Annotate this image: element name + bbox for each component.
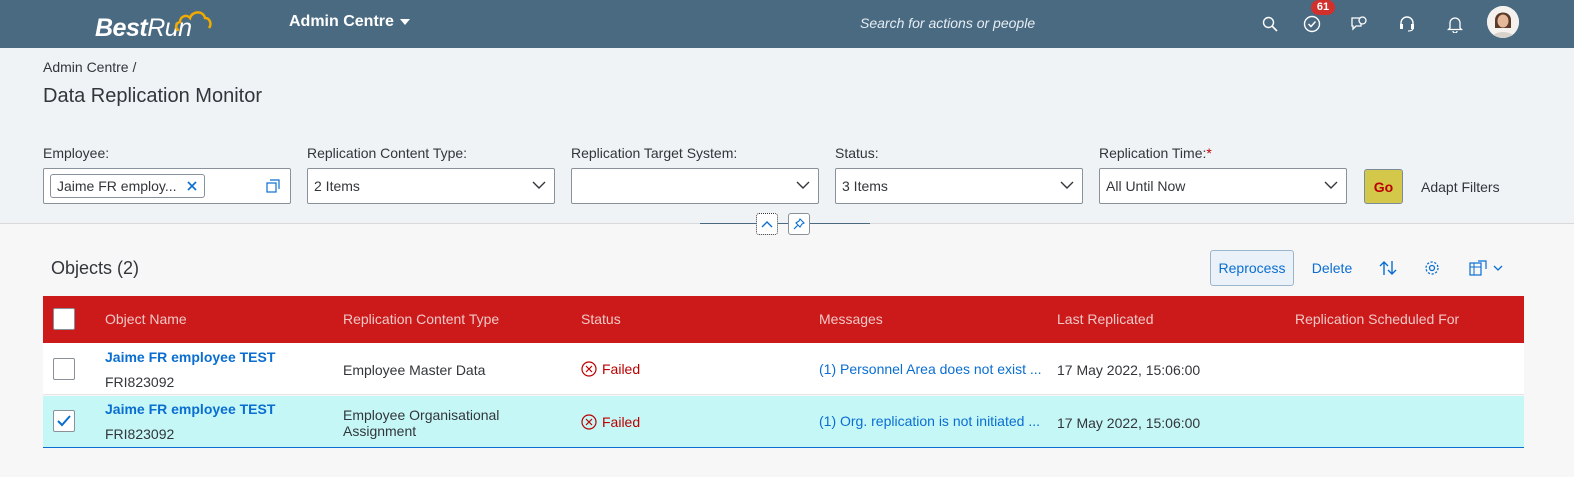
target-system-select[interactable]	[571, 168, 819, 204]
checkmark-icon	[57, 415, 71, 427]
status-cell: Failed	[581, 414, 640, 430]
employee-token-text: Jaime FR employ...	[57, 178, 177, 194]
error-circle-icon	[581, 414, 597, 430]
chevron-down-icon	[1493, 265, 1503, 271]
export-spreadsheet-icon	[1469, 260, 1487, 276]
search-icon[interactable]	[1257, 11, 1283, 37]
user-avatar[interactable]	[1487, 6, 1519, 38]
tasks-badge: 61	[1311, 0, 1335, 15]
chevron-down-icon	[532, 181, 546, 189]
pin-header-button[interactable]	[788, 213, 810, 235]
caret-down-icon	[399, 19, 410, 25]
last-replicated-cell: 17 May 2022, 15:06:00	[1057, 415, 1201, 431]
message-link[interactable]: (1) Org. replication is not initiated ..…	[819, 413, 1040, 429]
table-row[interactable]: Jaime FR employee TEST FRI823092 Employe…	[43, 343, 1524, 395]
column-header-last-replicated[interactable]: Last Replicated	[1057, 311, 1154, 327]
chevron-down-icon	[1324, 181, 1338, 189]
chevron-up-icon	[761, 221, 773, 228]
cloud-logo-icon	[174, 11, 212, 32]
global-search[interactable]: Search for actions or people	[860, 15, 1035, 31]
column-header-content-type[interactable]: Replication Content Type	[343, 311, 499, 327]
content-type-select[interactable]: 2 Items	[307, 168, 555, 204]
column-header-messages[interactable]: Messages	[819, 311, 883, 327]
table-title: Objects (2)	[51, 258, 140, 278]
status-text: Failed	[602, 361, 641, 377]
user-photo-icon	[1487, 6, 1519, 38]
shell-bar: BestRun Admin Centre Search for actions …	[0, 0, 1574, 48]
go-button[interactable]: Go	[1364, 169, 1403, 204]
page-title: Data Replication Monitor	[43, 85, 262, 107]
settings-gear-icon[interactable]	[1418, 250, 1446, 286]
collapse-header-button[interactable]	[756, 213, 778, 235]
replication-time-select[interactable]: All Until Now	[1099, 168, 1347, 204]
delete-button[interactable]: Delete	[1304, 250, 1360, 286]
status-cell: Failed	[581, 361, 640, 377]
target-system-label: Replication Target System:	[571, 145, 738, 161]
adapt-filters-button[interactable]: Adapt Filters	[1421, 179, 1500, 195]
feedback-icon[interactable]	[1346, 11, 1372, 37]
breadcrumb[interactable]: Admin Centre /	[43, 59, 136, 75]
column-header-scheduled-for[interactable]: Replication Scheduled For	[1295, 311, 1459, 327]
select-all-checkbox[interactable]	[53, 308, 75, 330]
content-type-cell: Employee Master Data	[343, 362, 486, 378]
support-headset-icon[interactable]	[1394, 11, 1420, 37]
pin-icon	[793, 218, 805, 230]
status-value: 3 Items	[842, 178, 888, 194]
object-name-link[interactable]: Jaime FR employee TEST	[105, 349, 275, 365]
export-menu-button[interactable]	[1462, 250, 1510, 286]
chevron-down-icon	[1060, 181, 1074, 189]
content-type-value: 2 Items	[314, 178, 360, 194]
value-help-icon[interactable]	[266, 179, 280, 193]
app-title-label: Admin Centre	[289, 13, 394, 30]
employee-token[interactable]: Jaime FR employ...	[50, 174, 205, 198]
header-divider	[700, 223, 870, 224]
sort-icon[interactable]	[1374, 250, 1402, 286]
column-header-object-name[interactable]: Object Name	[105, 311, 187, 327]
content-type-label: Replication Content Type:	[307, 145, 468, 161]
app-title-menu[interactable]: Admin Centre	[289, 13, 410, 31]
message-link[interactable]: (1) Personnel Area does not exist ...	[819, 361, 1042, 377]
filter-bar: Admin Centre / Data Replication Monitor …	[0, 48, 1574, 224]
table-header-row: Object Name Replication Content Type Sta…	[43, 296, 1524, 343]
content-type-cell-line2: Assignment	[343, 423, 417, 439]
reprocess-button[interactable]: Reprocess	[1210, 250, 1294, 286]
employee-label: Employee:	[43, 145, 110, 161]
chevron-down-icon	[796, 181, 810, 189]
row-checkbox[interactable]	[53, 358, 75, 380]
replication-time-label: Replication Time:*	[1099, 145, 1212, 161]
replication-time-value: All Until Now	[1106, 178, 1186, 194]
table-row[interactable]: Jaime FR employee TEST FRI823092 Employe…	[43, 396, 1524, 448]
row-checkbox-checked[interactable]	[53, 410, 75, 432]
column-header-status[interactable]: Status	[581, 311, 621, 327]
object-id: FRI823092	[105, 374, 175, 390]
last-replicated-cell: 17 May 2022, 15:06:00	[1057, 362, 1201, 378]
status-label: Status:	[835, 145, 879, 161]
object-id: FRI823092	[105, 426, 175, 442]
status-text: Failed	[602, 414, 641, 430]
status-select[interactable]: 3 Items	[835, 168, 1083, 204]
notifications-bell-icon[interactable]	[1442, 11, 1468, 37]
employee-multi-input[interactable]: Jaime FR employ...	[43, 168, 291, 204]
error-circle-icon	[581, 361, 597, 377]
remove-token-icon[interactable]	[186, 180, 198, 192]
object-name-link[interactable]: Jaime FR employee TEST	[105, 401, 275, 417]
required-asterisk: *	[1206, 145, 1212, 161]
content-type-cell-line1: Employee Organisational	[343, 407, 500, 423]
